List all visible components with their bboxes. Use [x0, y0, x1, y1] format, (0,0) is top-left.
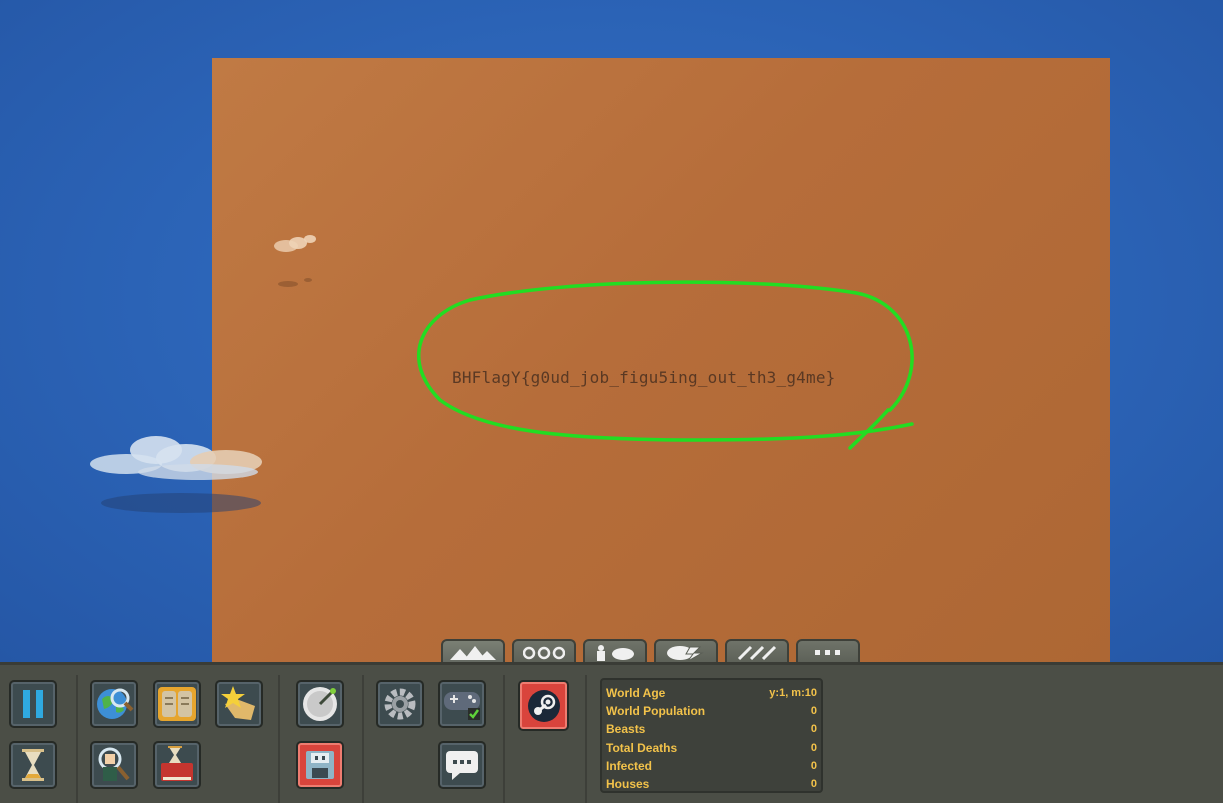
globe-magnifier-icon [97, 688, 134, 719]
controller-button[interactable] [438, 680, 486, 728]
stat-value: 0 [810, 741, 817, 754]
gear-icon [384, 688, 416, 720]
stat-label: Infected [606, 758, 653, 773]
divider [503, 675, 505, 803]
stat-value: 0 [810, 759, 817, 772]
world-laws-button[interactable] [153, 680, 201, 728]
stat-row-beasts: Beasts 0 [606, 720, 817, 738]
inspect-unit-button[interactable] [90, 741, 138, 789]
divider [362, 675, 364, 803]
creatures-icon [523, 646, 565, 660]
star-map-icon [221, 686, 255, 720]
book-hourglass-icon [161, 746, 193, 781]
chat-button[interactable] [438, 741, 486, 789]
stat-value: y:1, m:10 [769, 687, 817, 700]
powers-icon [667, 646, 704, 661]
flag-text: BHFlagY{g0ud_job_figu5ing_out_th3_g4me} [452, 368, 836, 387]
world-info-button[interactable] [90, 680, 138, 728]
pause-icon [23, 690, 43, 718]
hourglass-icon [22, 749, 44, 781]
pause-button[interactable] [9, 680, 57, 728]
stat-row-world-age: World Age y:1, m:10 [606, 684, 817, 702]
stat-row-houses: Houses 0 [606, 775, 817, 793]
units-icon [597, 645, 634, 661]
stat-value: 0 [810, 723, 817, 736]
achievements-button[interactable] [215, 680, 263, 728]
divider [585, 675, 587, 803]
stat-row-world-population: World Population 0 [606, 702, 817, 720]
world-stats-panel: World Age y:1, m:10 World Population 0 B… [600, 678, 823, 793]
stat-value: 0 [810, 705, 817, 718]
world-map-land[interactable] [212, 58, 1110, 662]
settings-button[interactable] [376, 680, 424, 728]
brush-dial-icon [303, 687, 337, 721]
divider [76, 675, 78, 803]
stat-label: World Population [606, 704, 706, 719]
mountains-icon [450, 646, 496, 660]
tablets-icon [158, 687, 196, 721]
stat-row-infected: Infected 0 [606, 757, 817, 775]
inspect-person-icon [98, 747, 130, 781]
stat-row-total-deaths: Total Deaths 0 [606, 739, 817, 757]
more-icon [815, 650, 840, 655]
history-book-button[interactable] [153, 741, 201, 789]
floppy-disk-icon [306, 751, 334, 779]
brush-size-button[interactable] [296, 680, 344, 728]
steam-button[interactable] [518, 680, 569, 731]
steam-icon [527, 689, 560, 722]
tools-icon [737, 645, 777, 661]
time-speed-button[interactable] [9, 741, 57, 789]
stat-value: 0 [810, 778, 817, 791]
stat-label: World Age [606, 686, 666, 701]
gamepad-icon [444, 692, 480, 720]
stat-label: Total Deaths [606, 740, 678, 755]
stat-label: Houses [606, 777, 650, 792]
speech-bubble-icon [446, 751, 478, 780]
save-world-button[interactable] [296, 741, 344, 789]
stat-label: Beasts [606, 722, 646, 737]
divider [278, 675, 280, 803]
